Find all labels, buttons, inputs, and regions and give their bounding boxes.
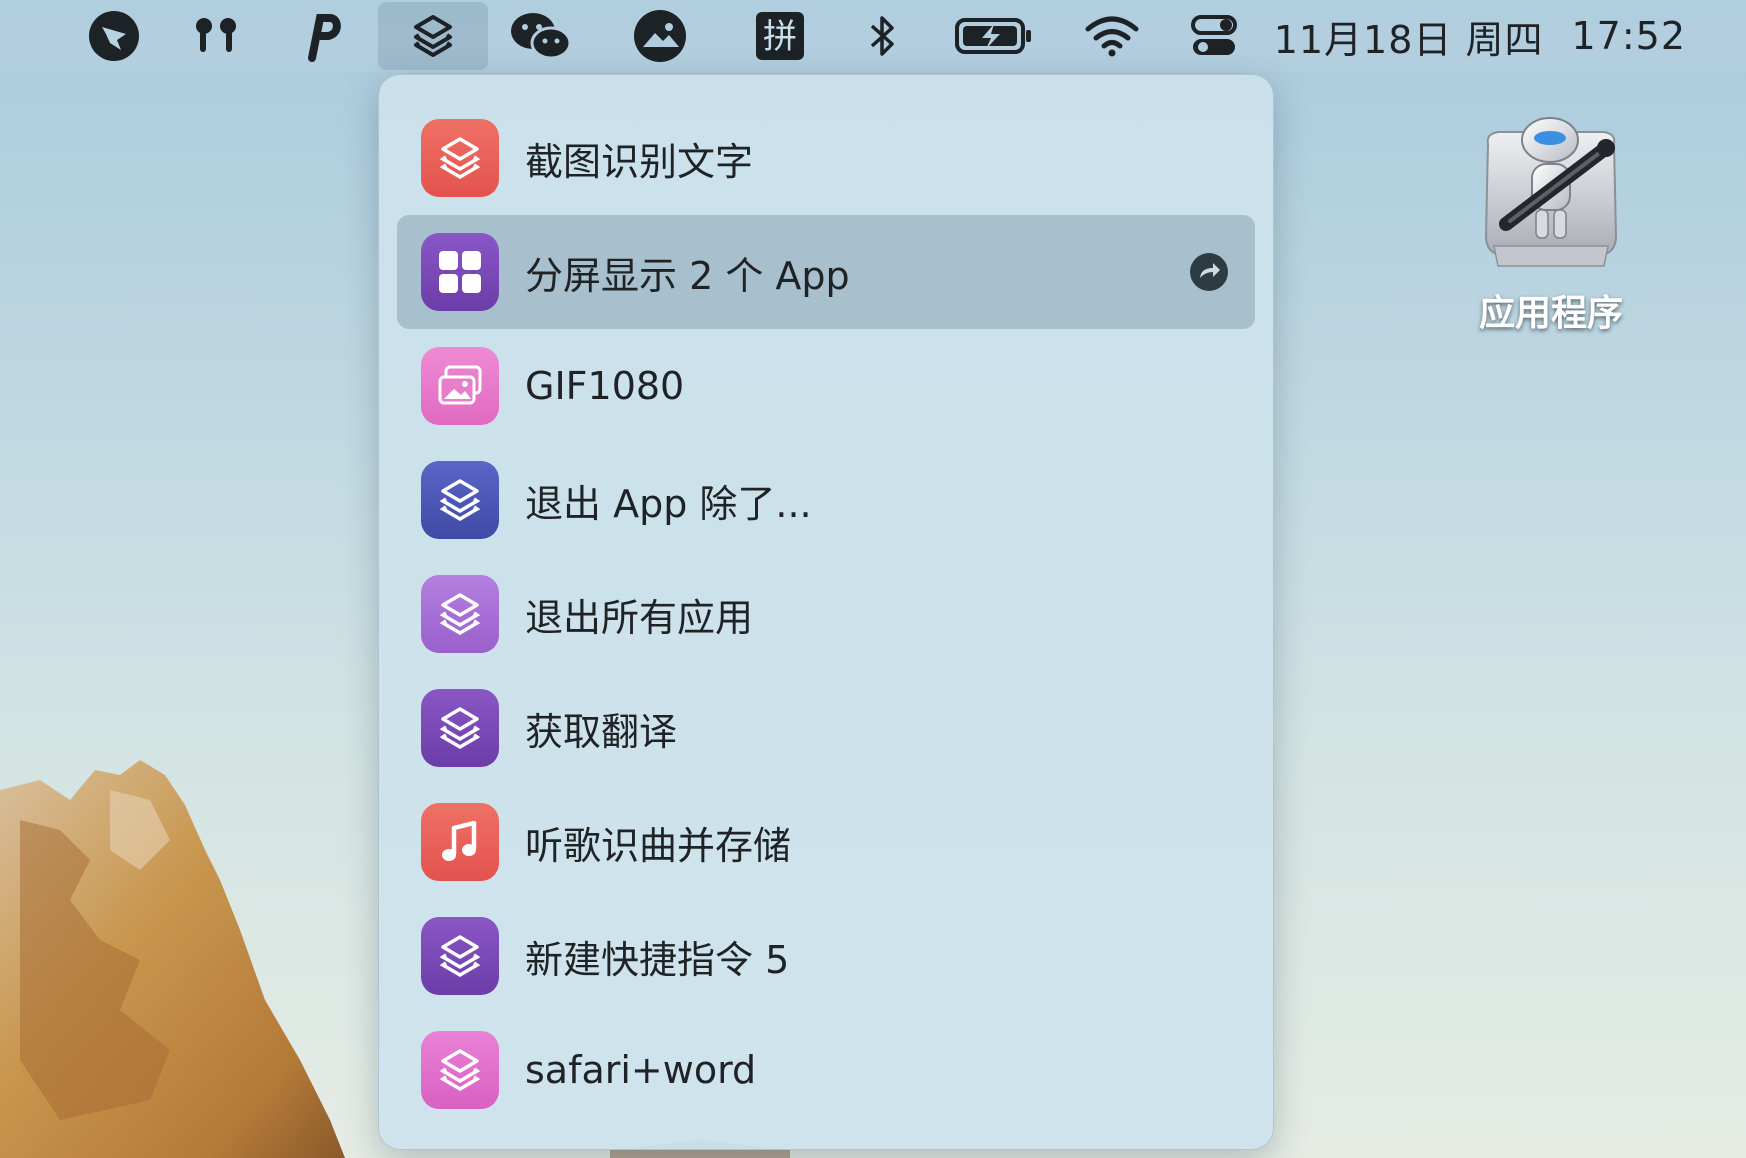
- menu-item-new-shortcut-5[interactable]: 新建快捷指令 5: [397, 899, 1255, 1013]
- shortcuts-layers-icon: [421, 917, 499, 995]
- run-shortcut-arrow-icon[interactable]: [1189, 252, 1229, 292]
- menu-item-label: 分屏显示 2 个 App: [525, 245, 850, 300]
- menu-bar-time: 17:52: [1571, 14, 1686, 58]
- menu-item-label: 获取翻译: [525, 701, 677, 756]
- menu-item-safari-word[interactable]: safari+word: [397, 1013, 1255, 1127]
- shortcuts-layers-icon: [421, 119, 499, 197]
- wifi-icon[interactable]: [1062, 0, 1162, 72]
- menu-item-quit-apps-except[interactable]: 退出 App 除了...: [397, 443, 1255, 557]
- photos-icon: [421, 347, 499, 425]
- menu-item-screenshot-ocr[interactable]: 截图识别文字: [397, 101, 1255, 215]
- shortcuts-icon[interactable]: [378, 2, 488, 70]
- svg-text:拼: 拼: [763, 17, 797, 57]
- shortcuts-layers-icon: [421, 1031, 499, 1109]
- grid-four-icon: [421, 233, 499, 311]
- menu-item-label: 新建快捷指令 5: [525, 929, 789, 984]
- airpods-icon[interactable]: [166, 0, 266, 72]
- menu-item-label: 截图识别文字: [525, 131, 753, 186]
- music-note-icon: [421, 803, 499, 881]
- menu-item-label: 听歌识曲并存储: [525, 815, 791, 870]
- menu-bar-date: 11月18日 周四: [1274, 9, 1544, 64]
- menu-bar-clock[interactable]: 11月18日 周四 17:52: [1274, 0, 1686, 72]
- menu-item-label: 退出 App 除了...: [525, 473, 812, 528]
- dingtalk-icon[interactable]: [64, 0, 164, 72]
- menu-bar: 拼 11月18日 周四 17:52: [0, 0, 1746, 72]
- menu-item-label: GIF1080: [525, 364, 684, 408]
- shortcuts-layers-icon: [421, 575, 499, 653]
- menu-item-shazam-and-save[interactable]: 听歌识曲并存储: [397, 785, 1255, 899]
- shortcuts-layers-icon: [421, 689, 499, 767]
- battery-charging-icon[interactable]: [944, 0, 1044, 72]
- desktop-icon-label: 应用程序: [1479, 284, 1623, 336]
- wechat-icon[interactable]: [490, 0, 590, 72]
- menu-item-get-translation[interactable]: 获取翻译: [397, 671, 1255, 785]
- menu-item-gif1080[interactable]: GIF1080: [397, 329, 1255, 443]
- parallels-p-icon[interactable]: [274, 0, 374, 72]
- menu-item-split-screen[interactable]: 分屏显示 2 个 App: [397, 215, 1255, 329]
- control-center-icon[interactable]: [1164, 0, 1264, 72]
- photo-app-icon[interactable]: [610, 0, 710, 72]
- menu-item-label: 退出所有应用: [525, 587, 753, 642]
- bluetooth-icon[interactable]: [832, 0, 932, 72]
- pinyin-input-icon[interactable]: 拼: [730, 0, 830, 72]
- shortcuts-menu: 截图识别文字 分屏显示 2 个 App GIF1080 退出 App 除了...…: [378, 74, 1274, 1150]
- desktop-icon-applications[interactable]: 应用程序: [1446, 106, 1656, 336]
- shortcuts-layers-icon: [421, 461, 499, 539]
- menu-item-quit-all-apps[interactable]: 退出所有应用: [397, 557, 1255, 671]
- automator-robot-icon: [1466, 106, 1636, 276]
- menu-item-label: safari+word: [525, 1048, 756, 1092]
